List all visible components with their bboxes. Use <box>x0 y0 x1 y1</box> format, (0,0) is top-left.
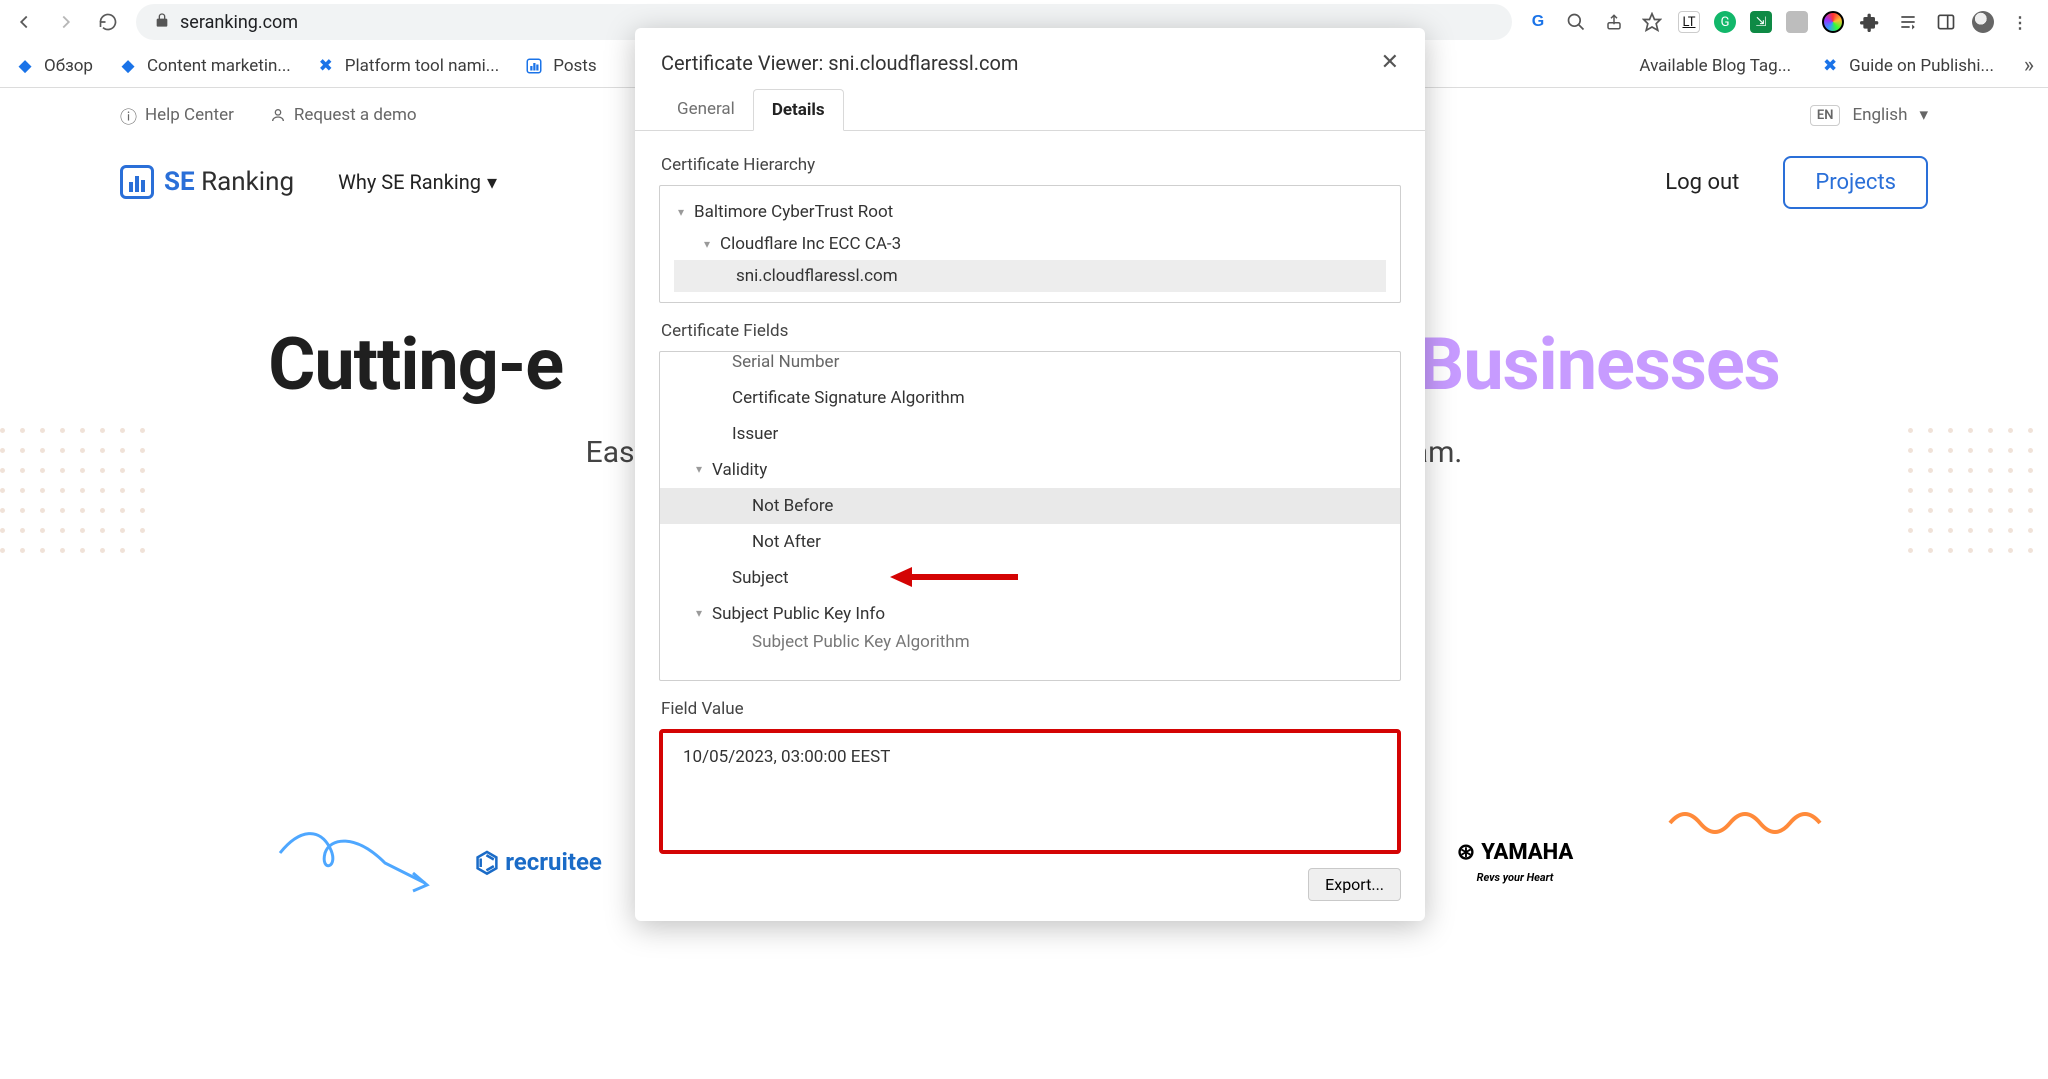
back-button[interactable] <box>10 8 38 36</box>
reading-list-icon[interactable] <box>1896 10 1920 34</box>
chrome-menu-icon[interactable]: ⋮ <box>2008 10 2032 34</box>
field-sig-alg[interactable]: Certificate Signature Algorithm <box>660 380 1400 416</box>
help-icon: ⓘ <box>120 103 137 128</box>
bookmark-item[interactable]: ◆ Content marketin... <box>117 55 291 77</box>
lang-code: EN <box>1810 105 1841 126</box>
nav-label: Why SE Ranking <box>338 170 481 194</box>
tab-details[interactable]: Details <box>753 89 844 131</box>
bookmark-label: Platform tool nami... <box>345 56 499 76</box>
field-not-after[interactable]: Not After <box>660 524 1400 560</box>
bookmark-icon: ✖ <box>1819 55 1841 77</box>
bookmark-label: Guide on Publishi... <box>1849 56 1994 76</box>
yamaha-logo-icon: ⊛ <box>1457 840 1475 865</box>
language-switcher[interactable]: EN English ▾ <box>1810 105 1928 126</box>
logo-text: SE Ranking <box>164 167 294 197</box>
reload-button[interactable] <box>94 8 122 36</box>
hierarchy-label-text: Baltimore CyberTrust Root <box>694 202 893 222</box>
tab-general[interactable]: General <box>659 89 753 130</box>
ext-grammarly-icon[interactable]: G <box>1714 11 1736 33</box>
sidepanel-icon[interactable] <box>1934 10 1958 34</box>
extensions-icon[interactable] <box>1858 10 1882 34</box>
field-spki[interactable]: Subject Public Key Info <box>660 596 1400 632</box>
dot-decoration-left <box>0 428 140 554</box>
bookmark-item[interactable]: Available Blog Tag... <box>1639 56 1791 76</box>
person-icon <box>270 107 286 123</box>
fields-label: Certificate Fields <box>661 321 1399 341</box>
bookmark-label: Обзор <box>44 56 93 76</box>
help-center-label: Help Center <box>145 105 234 125</box>
bookmark-item[interactable]: ◆ Обзор <box>14 55 93 77</box>
field-not-before[interactable]: Not Before <box>660 488 1400 524</box>
ext-rainbow-icon[interactable] <box>1822 11 1844 33</box>
bookmark-icon: ✖ <box>315 55 337 77</box>
bookmark-overflow-icon[interactable]: » <box>2024 53 2034 78</box>
forward-button[interactable] <box>52 8 80 36</box>
request-demo-link[interactable]: Request a demo <box>270 103 417 128</box>
brand-yamaha: ⊛ YAMAHA Revs your Heart <box>1457 840 1573 884</box>
ext-lt-icon[interactable]: LT <box>1678 11 1700 33</box>
bookmark-icon: ◆ <box>14 55 36 77</box>
field-issuer[interactable]: Issuer <box>660 416 1400 452</box>
field-spki-alg[interactable]: Subject Public Key Algorithm <box>660 632 1400 652</box>
request-demo-label: Request a demo <box>294 105 417 125</box>
field-serial-number[interactable]: Serial Number <box>660 351 1400 380</box>
google-icon[interactable]: G <box>1526 10 1550 34</box>
field-value-text: 10/05/2023, 03:00:00 EEST <box>683 747 890 767</box>
certificate-viewer-modal: Certificate Viewer: sni.cloudflaressl.co… <box>635 28 1425 921</box>
chevron-down-icon: ▾ <box>487 170 497 194</box>
bookmark-label: Available Blog Tag... <box>1639 56 1791 76</box>
hierarchy-row[interactable]: ▾Cloudflare Inc ECC CA-3 <box>674 228 1386 260</box>
hierarchy-label: Certificate Hierarchy <box>661 155 1399 175</box>
hierarchy-label-text: Cloudflare Inc ECC CA-3 <box>720 234 901 254</box>
bookmark-icon <box>523 55 545 77</box>
squiggle-orange-icon <box>1668 808 1838 838</box>
bookmark-item[interactable]: Posts <box>523 55 596 77</box>
ext-gray-icon[interactable] <box>1786 11 1808 33</box>
ext-green-icon[interactable]: ⇲ <box>1750 11 1772 33</box>
lang-name: English <box>1852 105 1907 125</box>
hierarchy-row-selected[interactable]: sni.cloudflaressl.com <box>674 260 1386 292</box>
hierarchy-label-text: sni.cloudflaressl.com <box>736 266 898 286</box>
squiggle-blue-icon <box>275 823 445 893</box>
profile-avatar[interactable] <box>1972 11 1994 33</box>
hierarchy-row[interactable]: ▾Baltimore CyberTrust Root <box>674 196 1386 228</box>
lock-icon <box>154 12 170 33</box>
share-icon[interactable] <box>1602 10 1626 34</box>
field-validity[interactable]: Validity <box>660 452 1400 488</box>
bookmark-item[interactable]: ✖ Platform tool nami... <box>315 55 499 77</box>
field-value-label: Field Value <box>661 699 1399 719</box>
hierarchy-box: ▾Baltimore CyberTrust Root ▾Cloudflare I… <box>659 185 1401 303</box>
logo[interactable]: SE Ranking <box>120 165 294 199</box>
logout-link[interactable]: Log out <box>1665 170 1739 195</box>
bookmark-label: Posts <box>553 56 596 76</box>
logo-icon <box>120 165 154 199</box>
bookmark-icon: ◆ <box>117 55 139 77</box>
nav-why-se-ranking[interactable]: Why SE Ranking ▾ <box>338 170 497 194</box>
url-text: seranking.com <box>180 12 298 33</box>
zoom-icon[interactable] <box>1564 10 1588 34</box>
toolbar-icons: G LT G ⇲ ⋮ <box>1526 10 2038 34</box>
recruitee-icon: ⌬ <box>475 846 499 879</box>
bookmark-label: Content marketin... <box>147 56 291 76</box>
close-icon[interactable]: ✕ <box>1381 50 1399 75</box>
chevron-down-icon: ▾ <box>1919 105 1928 125</box>
export-button[interactable]: Export... <box>1308 868 1401 901</box>
modal-title: Certificate Viewer: sni.cloudflaressl.co… <box>661 51 1018 75</box>
fields-box[interactable]: Serial Number Certificate Signature Algo… <box>659 351 1401 681</box>
field-value-box: 10/05/2023, 03:00:00 EEST <box>659 729 1401 854</box>
cert-tabs: General Details <box>635 89 1425 131</box>
projects-button[interactable]: Projects <box>1783 156 1928 209</box>
bookmark-star-icon[interactable] <box>1640 10 1664 34</box>
help-center-link[interactable]: ⓘ Help Center <box>120 103 234 128</box>
dot-decoration-right <box>1908 428 2048 554</box>
field-subject[interactable]: Subject <box>660 560 1400 596</box>
bookmark-item[interactable]: ✖ Guide on Publishi... <box>1819 55 1994 77</box>
brand-recruitee: ⌬ recruitee <box>475 846 602 879</box>
